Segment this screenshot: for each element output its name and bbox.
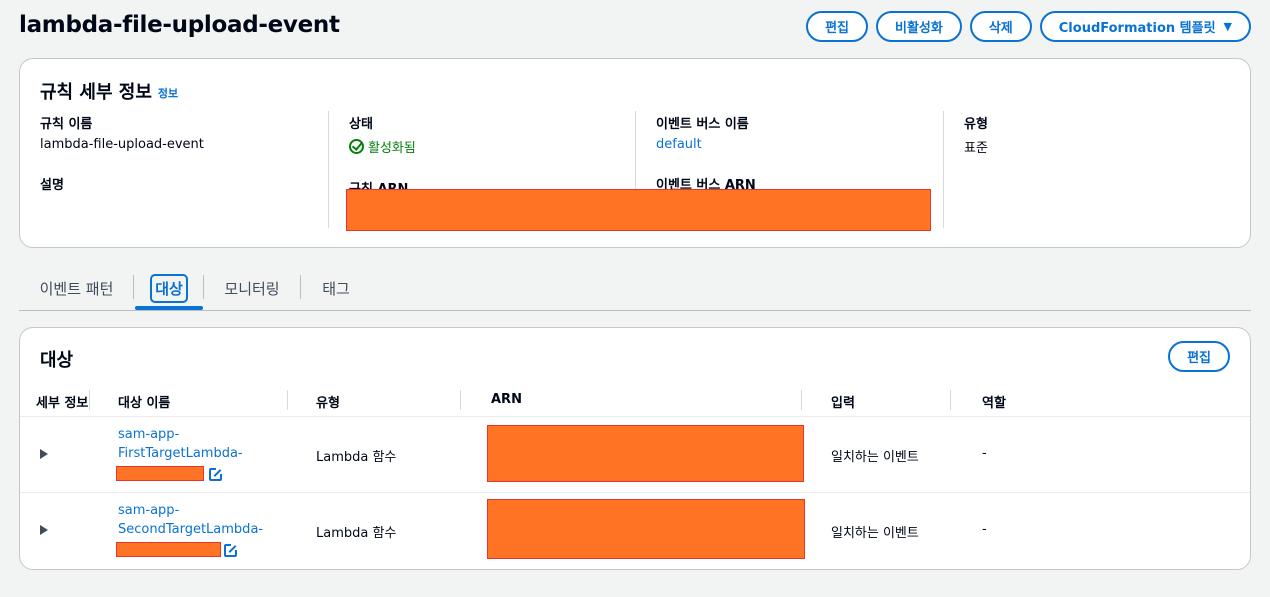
redacted-target-arn: [487, 425, 804, 482]
column-header-role: 역할: [982, 396, 1006, 411]
rule-name-value: lambda-file-upload-event: [40, 137, 204, 152]
tab-event-pattern[interactable]: 이벤트 패턴: [19, 268, 134, 308]
type-label: 유형: [964, 117, 988, 132]
event-bus-name-link[interactable]: default: [656, 137, 935, 152]
tab-list: 이벤트 패턴 대상 모니터링 태그: [19, 268, 1251, 311]
target-name-line-2: SecondTargetLambda-: [118, 522, 264, 537]
target-name-line-2: FirstTargetLambda-: [118, 446, 243, 461]
redacted-name-suffix: [116, 542, 221, 557]
tab-targets-label: 대상: [150, 273, 188, 303]
table-row: sam-app- FirstTargetLambda- Lambda 함수 일치…: [20, 417, 1250, 493]
rule-details-title: 규칙 세부 정보 정보: [40, 78, 178, 104]
tab-monitoring-label: 모니터링: [224, 279, 280, 298]
redacted-arn-block: [346, 189, 931, 231]
target-role: -: [982, 446, 987, 461]
targets-panel: 대상 편집 세부 정보 대상 이름 유형 ARN 입력 역할 sam-app- …: [19, 327, 1251, 570]
target-input: 일치하는 이벤트: [831, 526, 919, 541]
event-bus-name-label: 이벤트 버스 이름: [656, 117, 749, 132]
targets-title: 대상: [40, 350, 74, 371]
redacted-target-arn: [487, 499, 805, 559]
target-name-line-1: sam-app-: [118, 503, 180, 518]
redacted-name-suffix: [116, 466, 204, 481]
delete-button[interactable]: 삭제: [969, 11, 1032, 42]
column-header-input: 입력: [831, 396, 855, 411]
info-link[interactable]: 정보: [158, 87, 178, 100]
tab-event-pattern-label: 이벤트 패턴: [39, 279, 114, 298]
rule-details-column-1: 규칙 이름 lambda-file-upload-event 설명: [40, 111, 330, 228]
column-header-arn: ARN: [491, 392, 522, 407]
external-link-icon[interactable]: [224, 543, 238, 557]
disable-button[interactable]: 비활성화: [876, 11, 962, 42]
column-header-target-name: 대상 이름: [118, 396, 171, 411]
external-link-icon[interactable]: [209, 467, 223, 481]
column-header-type: 유형: [316, 396, 340, 411]
column-header-details: 세부 정보: [36, 396, 89, 411]
target-input: 일치하는 이벤트: [831, 450, 919, 465]
target-name-line-1: sam-app-: [118, 427, 180, 442]
cloudformation-template-button[interactable]: CloudFormation 템플릿 ▼: [1039, 11, 1251, 42]
target-role: -: [982, 522, 987, 537]
target-type: Lambda 함수: [316, 526, 397, 541]
table-row: sam-app- SecondTargetLambda- Lambda 함수 일…: [20, 493, 1250, 569]
tab-tags[interactable]: 태그: [301, 268, 371, 308]
rule-details-column-4: 유형 표준: [943, 111, 1223, 228]
tab-tags-label: 태그: [322, 279, 350, 298]
status-value: 활성화됨: [349, 137, 628, 156]
rule-details-panel: 규칙 세부 정보 정보 규칙 이름 lambda-file-upload-even…: [19, 58, 1251, 248]
expand-caret-icon[interactable]: [40, 525, 48, 535]
tab-targets[interactable]: 대상: [134, 268, 204, 308]
edit-button[interactable]: 편집: [806, 11, 868, 42]
check-circle-icon: [349, 139, 364, 154]
cloudformation-template-label: CloudFormation 템플릿: [1058, 21, 1216, 36]
target-name-link[interactable]: sam-app- SecondTargetLambda-: [118, 501, 288, 539]
targets-edit-button[interactable]: 편집: [1168, 341, 1230, 372]
rule-name-label: 규칙 이름: [40, 117, 93, 132]
header-actions: 편집 비활성화 삭제 CloudFormation 템플릿 ▼: [806, 11, 1251, 42]
page-title: lambda-file-upload-event: [19, 12, 340, 38]
status-text: 활성화됨: [368, 141, 416, 156]
active-tab-indicator: [135, 306, 203, 310]
type-value: 표준: [964, 141, 988, 156]
table-header: 세부 정보 대상 이름 유형 ARN 입력 역할: [20, 383, 1250, 417]
rule-details-heading: 규칙 세부 정보: [40, 82, 152, 103]
description-label: 설명: [40, 178, 64, 193]
target-name-link[interactable]: sam-app- FirstTargetLambda-: [118, 425, 288, 463]
expand-caret-icon[interactable]: [40, 449, 48, 459]
tab-monitoring[interactable]: 모니터링: [204, 268, 300, 308]
target-type: Lambda 함수: [316, 450, 397, 465]
status-label: 상태: [349, 117, 373, 132]
caret-down-icon: ▼: [1223, 20, 1232, 33]
